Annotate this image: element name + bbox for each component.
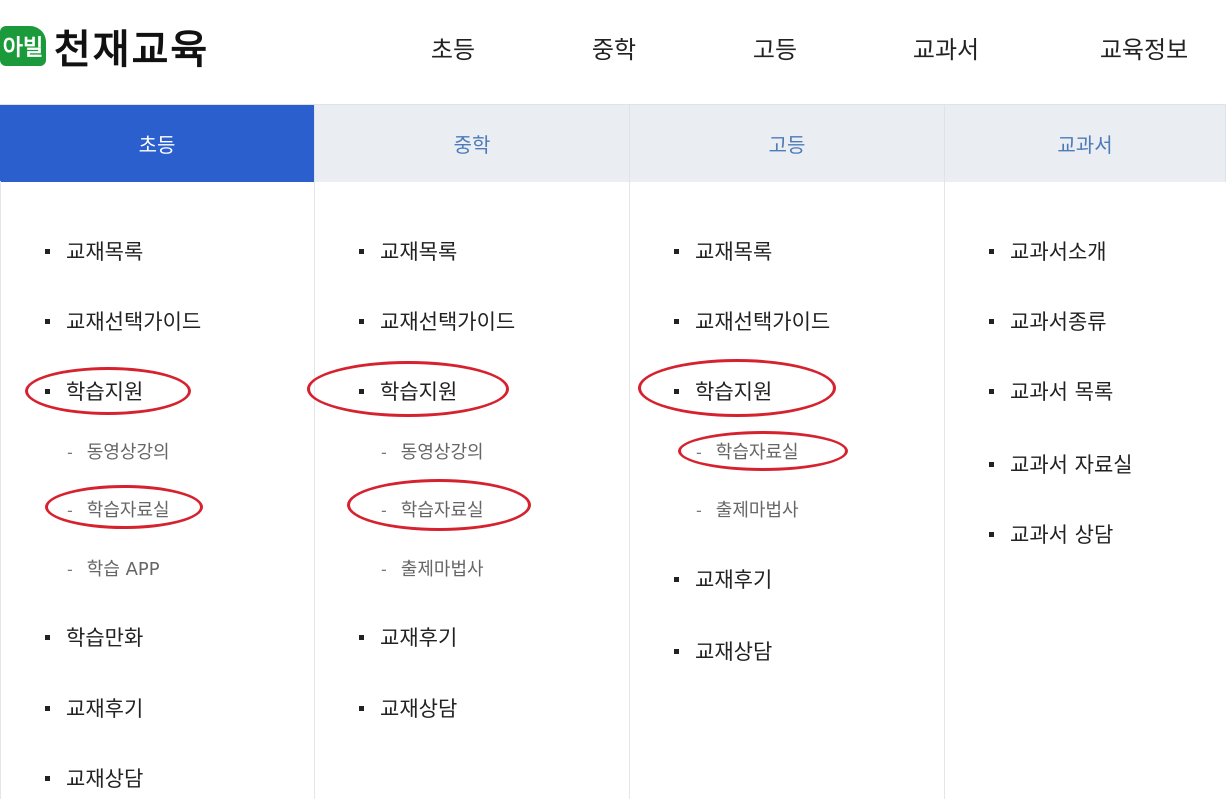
bullet-icon — [989, 531, 994, 537]
menu-item-book-list[interactable]: 교재목록 — [45, 236, 143, 266]
nav-elementary[interactable]: 초등 — [431, 30, 475, 65]
menu-item-book-guide[interactable]: 교재선택가이드 — [359, 306, 515, 336]
nav-middle[interactable]: 중학 — [592, 30, 636, 65]
tab-elementary[interactable]: 초등 — [0, 105, 315, 182]
bullet-icon — [45, 248, 50, 254]
bullet-icon — [989, 388, 994, 394]
menu-column-middle: 교재목록 교재선택가이드 학습지원 - 동영상강의 - 학습자료실 - 출제마법사 교… — [307, 181, 630, 799]
menu-item-textbook-consultation[interactable]: 교과서 상담 — [989, 519, 1113, 549]
bullet-icon — [45, 775, 50, 781]
bullet-icon — [45, 388, 50, 394]
menu-item-reviews[interactable]: 교재후기 — [359, 622, 457, 652]
submenu-item-learning-materials[interactable]: - 학습자료실 — [696, 438, 799, 464]
tab-middle[interactable]: 중학 — [315, 105, 630, 182]
menu-item-reviews[interactable]: 교재후기 — [674, 564, 772, 594]
menu-item-learning-support[interactable]: 학습지원 — [674, 376, 772, 406]
mega-menu-panel: 초등 중학 고등 교과서 교재목록 교재선택가이드 학습지원 - 동영상강의 -학… — [0, 104, 1226, 799]
bullet-icon — [359, 318, 364, 324]
menu-column-high: 교재목록 교재선택가이드 학습지원 - 학습자료실 - 출제마법사 교재후기 교재상… — [630, 181, 945, 799]
submenu-item-video-lecture[interactable]: - 동영상강의 — [67, 438, 170, 464]
site-header: 아빌 천재교육 초등 중학 고등 교과서 교육정보 — [0, 0, 1226, 104]
bullet-icon — [989, 461, 994, 467]
bullet-icon — [359, 388, 364, 394]
bullet-icon — [45, 634, 50, 640]
submenu-item-learning-materials[interactable]: - 학습자료실 — [67, 496, 170, 522]
menu-item-textbook-list[interactable]: 교과서 목록 — [989, 376, 1113, 406]
menu-item-textbook-types[interactable]: 교과서종류 — [989, 306, 1107, 336]
menu-item-consultation[interactable]: 교재상담 — [45, 763, 143, 793]
nav-textbook[interactable]: 교과서 — [913, 30, 979, 65]
nav-high[interactable]: 고등 — [753, 30, 797, 65]
bullet-icon — [674, 248, 679, 254]
bullet-icon — [989, 248, 994, 254]
bullet-icon — [674, 576, 679, 582]
submenu-item-exam-wizard[interactable]: - 출제마법사 — [696, 496, 799, 522]
bullet-icon — [359, 248, 364, 254]
menu-item-book-guide[interactable]: 교재선택가이드 — [674, 306, 830, 336]
menu-item-consultation[interactable]: 교재상담 — [674, 636, 772, 666]
menu-item-consultation[interactable]: 교재상담 — [359, 693, 457, 723]
menu-item-learning-support[interactable]: 학습지원 — [45, 376, 143, 406]
bullet-icon — [45, 318, 50, 324]
menu-tabs: 초등 중학 고등 교과서 — [0, 104, 1226, 182]
submenu-item-learning-app[interactable]: - 학습 APP — [67, 555, 160, 581]
menu-item-textbook-intro[interactable]: 교과서소개 — [989, 236, 1107, 266]
bullet-icon — [674, 318, 679, 324]
menu-item-textbook-materials[interactable]: 교과서 자료실 — [989, 449, 1133, 479]
submenu-item-exam-wizard[interactable]: - 출제마법사 — [381, 555, 484, 581]
menu-item-book-list[interactable]: 교재목록 — [359, 236, 457, 266]
tab-high[interactable]: 고등 — [630, 105, 945, 182]
bullet-icon — [989, 318, 994, 324]
nav-education-info[interactable]: 교육정보 — [1100, 30, 1188, 65]
bullet-icon — [359, 634, 364, 640]
menu-item-book-guide[interactable]: 교재선택가이드 — [45, 306, 201, 336]
menu-item-learning-support[interactable]: 학습지원 — [359, 376, 457, 406]
menu-item-reviews[interactable]: 교재후기 — [45, 693, 143, 723]
bullet-icon — [674, 648, 679, 654]
global-nav: 초등 중학 고등 교과서 교육정보 — [0, 30, 1226, 64]
bullet-icon — [359, 705, 364, 711]
submenu-item-learning-materials[interactable]: - 학습자료실 — [381, 496, 484, 522]
tab-textbook[interactable]: 교과서 — [945, 105, 1226, 182]
menu-column-textbook: 교과서소개 교과서종류 교과서 목록 교과서 자료실 교과서 상담 — [945, 181, 1226, 799]
submenu-item-video-lecture[interactable]: - 동영상강의 — [381, 438, 484, 464]
menu-item-learning-comics[interactable]: 학습만화 — [45, 622, 143, 652]
menu-column-elementary: 교재목록 교재선택가이드 학습지원 - 동영상강의 - 학습자료실 - 학습 APP … — [0, 181, 315, 799]
menu-item-book-list[interactable]: 교재목록 — [674, 236, 772, 266]
bullet-icon — [45, 705, 50, 711]
bullet-icon — [674, 388, 679, 394]
